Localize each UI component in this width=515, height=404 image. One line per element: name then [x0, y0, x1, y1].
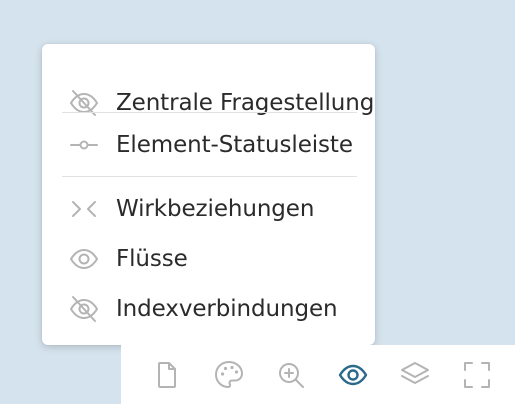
document-button[interactable] [150, 358, 184, 392]
eye-icon [337, 359, 369, 391]
menu-item-zentrale-fragestellung[interactable]: Zentrale Fragestellung [42, 80, 375, 126]
menu-item-label: Flüsse [116, 246, 188, 272]
fullscreen-icon [462, 360, 492, 390]
menu-divider [62, 176, 357, 177]
menu-item-label: Element-Statusleiste [116, 132, 353, 158]
fullscreen-button[interactable] [460, 358, 494, 392]
visibility-menu: Zentrale Fragestellung Element-Statuslei… [42, 44, 375, 345]
bottom-toolbar [121, 345, 515, 404]
status-bar-icon [68, 129, 100, 161]
layers-icon [399, 359, 431, 391]
menu-item-fluesse[interactable]: Flüsse [42, 236, 375, 282]
menu-item-label: Indexverbindungen [116, 296, 338, 322]
menu-divider [62, 112, 357, 113]
menu-item-element-statusleiste[interactable]: Element-Statusleiste [42, 122, 375, 168]
eye-off-icon [68, 87, 100, 119]
eye-off-icon [68, 293, 100, 325]
palette-icon [213, 359, 245, 391]
palette-button[interactable] [212, 358, 246, 392]
menu-item-indexverbindungen[interactable]: Indexverbindungen [42, 286, 375, 332]
zoom-in-icon [276, 360, 306, 390]
menu-item-wirkbeziehungen[interactable]: Wirkbeziehungen [42, 186, 375, 232]
zoom-in-button[interactable] [274, 358, 308, 392]
eye-icon [68, 243, 100, 275]
document-icon [152, 360, 182, 390]
chevrons-inward-icon [68, 193, 100, 225]
visibility-button[interactable] [336, 358, 370, 392]
menu-item-label: Wirkbeziehungen [116, 196, 315, 222]
layers-button[interactable] [398, 358, 432, 392]
